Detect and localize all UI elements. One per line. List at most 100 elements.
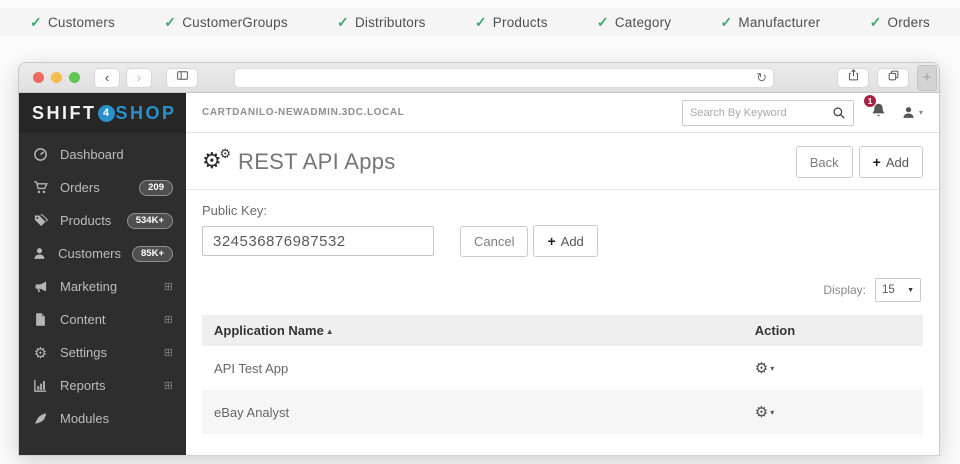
sidebar-item-customers[interactable]: Customers 85K+ bbox=[19, 237, 186, 270]
sidebar-item-content[interactable]: Content ⊞ bbox=[19, 303, 186, 336]
public-key-input[interactable] bbox=[202, 226, 434, 256]
browser-forward-button[interactable]: › bbox=[126, 68, 152, 88]
sidebar-item-products[interactable]: Products 534K+ bbox=[19, 204, 186, 237]
public-key-section: Public Key: Cancel + Add bbox=[186, 190, 939, 257]
header-actions: 1 ▾ bbox=[682, 100, 923, 126]
sidebar-item-label: Reports bbox=[60, 378, 153, 393]
share-button[interactable] bbox=[837, 68, 869, 88]
public-key-row: Cancel + Add bbox=[202, 225, 923, 257]
sidebar-item-label: Settings bbox=[60, 345, 153, 360]
share-icon bbox=[847, 68, 860, 87]
sidebar-toggle-button[interactable] bbox=[166, 68, 198, 88]
store-domain: CARTDANILO-NEWADMIN.3DC.LOCAL bbox=[202, 107, 404, 118]
check-icon: ✓ bbox=[720, 14, 732, 31]
tab-overview-button[interactable] bbox=[877, 68, 909, 88]
module-label: Customers bbox=[48, 15, 115, 30]
tabs-icon bbox=[887, 69, 900, 87]
table-header: Application Name▲ Action bbox=[202, 315, 923, 346]
window-controls[interactable] bbox=[33, 72, 80, 83]
sidebar-panel-icon bbox=[175, 69, 190, 87]
expand-icon[interactable]: ⊞ bbox=[164, 346, 173, 359]
column-header-action: Action bbox=[743, 315, 923, 346]
browser-chrome: ‹ › ↻ bbox=[19, 63, 939, 93]
public-key-label: Public Key: bbox=[202, 203, 923, 218]
search-input[interactable] bbox=[690, 107, 832, 119]
search-icon[interactable] bbox=[832, 106, 846, 120]
column-header-application-name[interactable]: Application Name▲ bbox=[202, 315, 743, 346]
admin-header: CARTDANILO-NEWADMIN.3DC.LOCAL 1 bbox=[186, 93, 939, 133]
module-status-bar: ✓ Customers ✓ CustomerGroups ✓ Distribut… bbox=[0, 8, 960, 36]
refresh-icon[interactable]: ↻ bbox=[756, 71, 767, 84]
gear-icon: ⚙ bbox=[755, 359, 768, 377]
sidebar-item-label: Products bbox=[60, 213, 116, 228]
module-check-distributors: ✓ Distributors bbox=[337, 14, 426, 31]
display-count-select[interactable]: 15 ▼ bbox=[875, 278, 921, 302]
display-count-value: 15 bbox=[882, 284, 895, 296]
module-check-products: ✓ Products bbox=[475, 14, 548, 31]
gears-icon: ⚙ bbox=[32, 344, 49, 362]
row-action-menu-button[interactable]: ⚙ ▾ bbox=[755, 403, 911, 421]
plus-icon: + bbox=[873, 154, 881, 170]
products-count-badge: 534K+ bbox=[127, 213, 173, 229]
document-icon bbox=[32, 312, 49, 327]
sidebar-item-orders[interactable]: Orders 209 bbox=[19, 171, 186, 204]
sidebar-item-marketing[interactable]: Marketing ⊞ bbox=[19, 270, 186, 303]
close-window-button[interactable] bbox=[33, 72, 44, 83]
row-action-menu-button[interactable]: ⚙ ▾ bbox=[755, 359, 911, 377]
table-row[interactable]: eBay Analyst ⚙ ▾ bbox=[202, 390, 923, 434]
expand-icon[interactable]: ⊞ bbox=[164, 379, 173, 392]
check-icon: ✓ bbox=[30, 14, 42, 31]
title-buttons: Back + Add bbox=[796, 146, 923, 178]
module-label: Products bbox=[493, 15, 548, 30]
check-icon: ✓ bbox=[337, 14, 349, 31]
back-button[interactable]: Back bbox=[796, 146, 853, 178]
user-avatar-icon bbox=[901, 105, 916, 120]
column-label: Application Name bbox=[214, 323, 324, 338]
sidebar-item-label: Orders bbox=[60, 180, 128, 195]
module-label: Orders bbox=[888, 15, 930, 30]
sidebar-item-label: Dashboard bbox=[60, 147, 173, 162]
select-caret-icon: ▼ bbox=[907, 287, 914, 294]
sidebar: SHIFT 4 SHOP Dashboard bbox=[19, 93, 186, 456]
shift4shop-logo[interactable]: SHIFT 4 SHOP bbox=[19, 93, 186, 133]
address-bar[interactable]: ↻ bbox=[234, 68, 774, 88]
admin-app: SHIFT 4 SHOP Dashboard bbox=[19, 93, 939, 456]
sidebar-item-reports[interactable]: Reports ⊞ bbox=[19, 369, 186, 402]
chevron-down-icon: ▾ bbox=[770, 408, 774, 417]
app-name-cell: API Test App bbox=[202, 361, 743, 376]
sidebar-item-label: Modules bbox=[60, 411, 173, 426]
cancel-button[interactable]: Cancel bbox=[460, 226, 528, 257]
confirm-add-label: Add bbox=[561, 234, 584, 249]
minimize-window-button[interactable] bbox=[51, 72, 62, 83]
browser-back-button[interactable]: ‹ bbox=[94, 68, 120, 88]
new-tab-button[interactable]: + bbox=[917, 65, 937, 91]
sidebar-item-label: Content bbox=[60, 312, 153, 327]
sidebar-item-modules[interactable]: Modules bbox=[19, 402, 186, 435]
sort-ascending-icon: ▲ bbox=[326, 327, 334, 336]
expand-icon[interactable]: ⊞ bbox=[164, 313, 173, 326]
rest-api-gears-icon: ⚙ ⚙ bbox=[202, 149, 232, 175]
zoom-window-button[interactable] bbox=[69, 72, 80, 83]
bar-chart-icon bbox=[32, 378, 49, 393]
notification-count-badge: 1 bbox=[863, 94, 877, 108]
sidebar-item-settings[interactable]: ⚙ Settings ⊞ bbox=[19, 336, 186, 369]
main-content: CARTDANILO-NEWADMIN.3DC.LOCAL 1 bbox=[186, 93, 939, 456]
logo-part1: SHIFT bbox=[32, 103, 97, 124]
search-box[interactable] bbox=[682, 100, 854, 126]
page-title-row: ⚙ ⚙ REST API Apps Back + Add bbox=[186, 133, 939, 189]
gear-icon: ⚙ bbox=[755, 403, 768, 421]
table-row[interactable]: API Test App ⚙ ▾ bbox=[202, 346, 923, 390]
expand-icon[interactable]: ⊞ bbox=[164, 280, 173, 293]
tags-icon bbox=[32, 213, 49, 228]
customers-count-badge: 85K+ bbox=[132, 246, 173, 262]
user-menu-button[interactable]: ▾ bbox=[901, 105, 923, 120]
apps-table: Application Name▲ Action API Test App ⚙ … bbox=[202, 315, 923, 434]
notifications-button[interactable]: 1 bbox=[870, 102, 887, 124]
chevron-down-icon: ▾ bbox=[919, 108, 923, 117]
app-name-cell: eBay Analyst bbox=[202, 405, 743, 420]
module-label: Distributors bbox=[355, 15, 426, 30]
confirm-add-button[interactable]: + Add bbox=[533, 225, 597, 257]
sidebar-item-dashboard[interactable]: Dashboard bbox=[19, 138, 186, 171]
add-button[interactable]: + Add bbox=[859, 146, 923, 178]
module-label: CustomerGroups bbox=[182, 15, 288, 30]
